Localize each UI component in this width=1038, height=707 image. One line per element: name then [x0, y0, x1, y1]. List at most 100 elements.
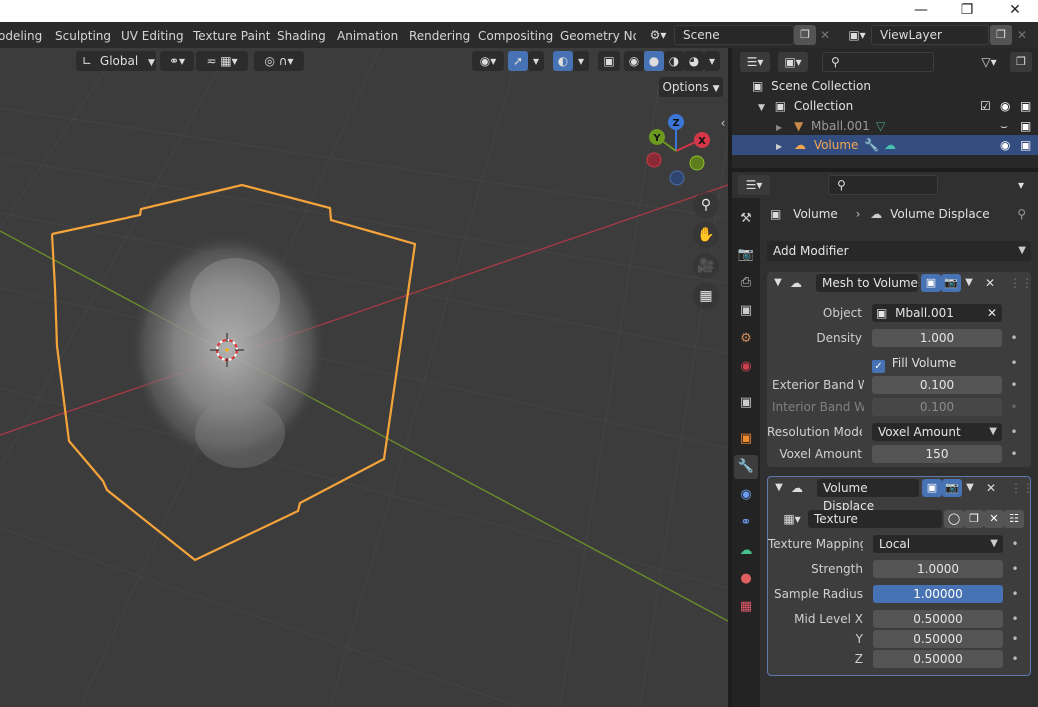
sidebar-toggle-icon[interactable]: ‹ [718, 114, 728, 132]
show-in-viewport-icon[interactable]: ▣ [921, 274, 941, 292]
exclude-checkbox-icon[interactable]: ☑ [980, 96, 991, 116]
delete-scene-icon[interactable]: ✕ [817, 26, 833, 44]
display-mode-icon[interactable]: ▣▾ [778, 52, 808, 72]
mid-level-z-field[interactable]: 0.50000 [873, 650, 1003, 668]
camera-view-icon[interactable]: 🎥 [693, 253, 719, 279]
properties-search-input[interactable]: ⚲ [828, 175, 938, 195]
view-layer-tab-icon[interactable]: ▣ [734, 299, 758, 323]
remove-modifier-icon[interactable]: ✕ [982, 479, 1000, 497]
keyframe-dot-icon[interactable]: • [1010, 584, 1020, 604]
keyframe-dot-icon[interactable]: • [1010, 609, 1020, 629]
data-tab-icon[interactable]: ☁ [734, 539, 758, 563]
keyframe-dot-icon[interactable]: • [1010, 559, 1020, 579]
unlink-texture-icon[interactable]: ✕ [984, 510, 1004, 528]
close-window-icon[interactable]: ✕ [992, 0, 1038, 22]
constraints-tab-icon[interactable]: ⚭ [734, 511, 758, 535]
voxel-amount-field[interactable]: 150 [872, 445, 1002, 463]
material-tab-icon[interactable]: ● [734, 567, 758, 591]
mesh-to-volume-name-field[interactable]: Mesh to Volume [816, 274, 918, 292]
solid-shading-icon[interactable]: ● [644, 51, 664, 71]
camera-render-icon[interactable]: ▣ [1020, 116, 1031, 136]
options-dropdown[interactable]: Options ▼ [659, 77, 723, 97]
scene-name-field[interactable]: Scene [674, 25, 794, 45]
texture-browse-icon[interactable]: ▦▾ [778, 510, 806, 528]
keyframe-dot-icon[interactable]: • [1009, 328, 1019, 348]
clear-field-icon[interactable]: ✕ [987, 304, 997, 322]
snap-icon[interactable]: ≂ ▦▾ [196, 51, 248, 71]
outliner-item-volume[interactable]: ▶ ☁ Volume 🔧 ☁ ◉ ▣ [776, 135, 1038, 155]
new-collection-icon[interactable]: ❐ [1010, 52, 1032, 72]
tab-texture-paint[interactable]: Texture Paint [193, 26, 270, 46]
keyframe-dot-icon[interactable]: • [1010, 649, 1020, 669]
3d-viewport[interactable]: Z X Y ∟ Global ▼ ⚭▾ ≂ ▦▾ ◎ ∩▾ ◉▾ ➚ ▾ ◐ ▾… [0, 48, 728, 707]
add-modifier-dropdown[interactable]: Add Modifier ▼ [767, 241, 1031, 261]
pan-hand-icon[interactable]: ✋ [693, 222, 719, 248]
drag-handle-icon[interactable]: ⋮⋮ [1010, 479, 1034, 497]
physics-tab-icon[interactable]: ◉ [734, 483, 758, 507]
keyframe-dot-icon[interactable]: • [1009, 422, 1019, 442]
tab-uv-editing[interactable]: UV Editing [121, 26, 184, 46]
gizmo-toggle-icon[interactable]: ➚ [508, 51, 528, 71]
modifier-menu-chevron-icon[interactable]: ▼ [962, 274, 976, 292]
remove-modifier-icon[interactable]: ✕ [981, 274, 999, 292]
visibility-icon[interactable]: ◉▾ [472, 51, 504, 71]
properties-options-chevron-icon[interactable]: ▾ [1012, 176, 1030, 194]
eye-icon[interactable]: ◉ [1000, 135, 1010, 155]
tool-tab-icon[interactable]: ⚒ [734, 207, 758, 231]
modifier-menu-chevron-icon[interactable]: ▼ [963, 479, 977, 497]
scene-icon[interactable]: ⚙▾ [643, 26, 673, 44]
keyframe-dot-icon[interactable]: • [1009, 375, 1019, 395]
drag-handle-icon[interactable]: ⋮⋮ [1009, 274, 1033, 292]
zoom-icon[interactable]: ⚲ [693, 192, 719, 218]
tab-sculpting[interactable]: Sculpting [55, 26, 111, 46]
overlays-dropdown-icon[interactable]: ▾ [573, 51, 589, 71]
view-layer-field[interactable]: ViewLayer [871, 25, 989, 45]
mid-level-x-field[interactable]: 0.50000 [873, 610, 1003, 628]
collection-row[interactable]: ▼ ▣ Collection ☑ ◉ ▣ [758, 96, 1038, 116]
tab-geometry-nodes[interactable]: Geometry Nod [560, 26, 636, 46]
outliner-item-mball[interactable]: ▶ ▼ Mball.001 ▽ ⌣ ▣ [776, 116, 1038, 136]
mid-level-y-field[interactable]: 0.50000 [873, 630, 1003, 648]
delete-view-layer-icon[interactable]: ✕ [1014, 26, 1030, 44]
show-in-render-icon[interactable]: 📷 [942, 479, 962, 497]
collapse-chevron-icon[interactable]: ▼ [772, 479, 786, 497]
new-scene-icon[interactable]: ❐ [794, 25, 816, 45]
object-field[interactable]: ▣ Mball.001 ✕ [872, 304, 1002, 322]
texture-tab-icon[interactable]: ▦ [734, 595, 758, 619]
new-view-layer-icon[interactable]: ❐ [990, 25, 1012, 45]
properties-editor-type-icon[interactable]: ☰▾ [738, 175, 770, 195]
maximize-icon[interactable]: ❐ [944, 0, 990, 22]
camera-render-icon[interactable]: ▣ [1020, 135, 1031, 155]
show-in-render-icon[interactable]: 📷 [941, 274, 961, 292]
fill-volume-checkbox[interactable]: ✓ Fill Volume [872, 353, 956, 373]
material-shading-icon[interactable]: ◑ [664, 51, 684, 71]
scene-tab-icon[interactable]: ⚙ [734, 327, 758, 351]
view-layer-icon[interactable]: ▣▾ [842, 26, 872, 44]
tab-compositing[interactable]: Compositing [478, 26, 553, 46]
tab-rendering[interactable]: Rendering [409, 26, 470, 46]
scene-collection-row[interactable]: ▣ Scene Collection [752, 76, 871, 96]
outliner-search-input[interactable]: ⚲ [822, 52, 934, 72]
collection-tab-icon[interactable]: ▣ [734, 391, 758, 415]
gizmo-dropdown-icon[interactable]: ▾ [528, 51, 544, 71]
modifier-tab-icon[interactable]: 🔧 [734, 455, 758, 479]
strength-field[interactable]: 1.0000 [873, 560, 1003, 578]
keyframe-dot-icon[interactable]: • [1009, 353, 1019, 373]
eye-closed-icon[interactable]: ⌣ [1000, 116, 1008, 136]
tab-modeling[interactable]: odeling [0, 26, 42, 46]
keyframe-dot-icon[interactable]: • [1010, 534, 1020, 554]
rendered-shading-icon[interactable]: ◕ [684, 51, 704, 71]
xray-toggle-icon[interactable]: ▣ [598, 51, 620, 71]
output-tab-icon[interactable]: ⎙ [734, 271, 758, 295]
texture-properties-icon[interactable]: ☷ [1004, 510, 1024, 528]
density-field[interactable]: 1.000 [872, 329, 1002, 347]
world-tab-icon[interactable]: ◉ [734, 355, 758, 379]
collapse-chevron-icon[interactable]: ▼ [771, 274, 785, 292]
sample-radius-field[interactable]: 1.00000 [873, 585, 1003, 603]
proportional-edit-icon[interactable]: ◎ ∩▾ [254, 51, 304, 71]
tab-shading[interactable]: Shading [277, 26, 326, 46]
pivot-point-icon[interactable]: ⚭▾ [160, 51, 194, 71]
navigation-gizmo[interactable]: Z X Y [646, 114, 710, 186]
wireframe-shading-icon[interactable]: ◉ [624, 51, 644, 71]
volume-displace-name-field[interactable]: Volume Displace [817, 479, 919, 513]
